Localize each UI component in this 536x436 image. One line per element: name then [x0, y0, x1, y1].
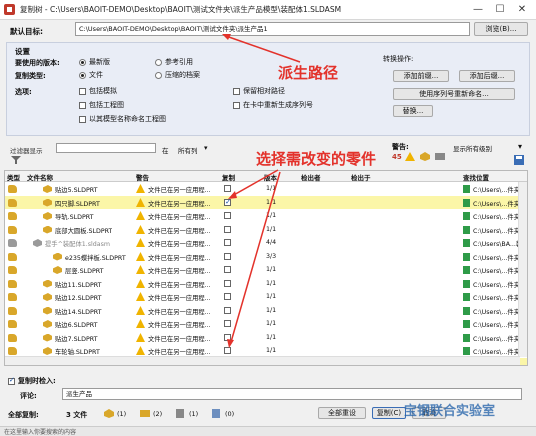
checkbox-checked-icon [8, 376, 15, 385]
parts-arrow-bottom-head [227, 339, 234, 348]
taskbar-search[interactable]: 在这里输入你要搜索的内容 [4, 427, 76, 436]
path-arrow [225, 35, 301, 63]
parts-arrow-top-head [228, 191, 237, 199]
drawing-count: (1) [189, 410, 199, 418]
part-icon [104, 409, 114, 418]
total-copy-label: 全部复制: [8, 411, 39, 419]
taskbar: 在这里输入你要搜索的内容 [0, 426, 536, 436]
checkin-label: 复制时检入: [18, 377, 56, 385]
parts-arrow-bottom [230, 171, 281, 343]
parts-arrow-top [231, 169, 279, 197]
copy-button[interactable]: 复制(C) [372, 407, 406, 419]
other-file-icon [212, 409, 220, 418]
drawing-icon [176, 409, 184, 418]
path-annotation: 派生路径 [278, 64, 339, 82]
part-count: (1) [117, 410, 127, 418]
comment-input[interactable]: 派生产品 [62, 388, 522, 400]
comment-label: 评论: [20, 392, 37, 400]
total-files: 3 文件 [66, 411, 88, 419]
checkin-checkbox[interactable]: 复制时检入: [8, 376, 56, 386]
assembly-icon [140, 410, 150, 417]
assembly-count: (2) [153, 410, 163, 418]
other-count: (0) [225, 410, 235, 418]
parts-annotation: 选择需改变的零件 [256, 150, 377, 168]
reset-all-button[interactable]: 全部重设 [318, 407, 366, 419]
watermark-text: 宝钢联合实验室 [404, 404, 496, 419]
